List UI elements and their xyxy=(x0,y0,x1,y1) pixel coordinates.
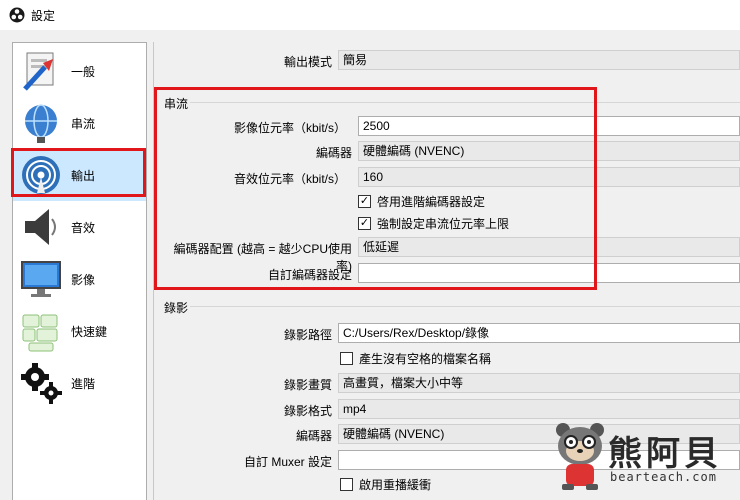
recording-format-label: 錄影格式 xyxy=(283,404,332,418)
monitor-icon xyxy=(19,257,63,301)
stream-encoder-value: 硬體編碼 (NVENC) xyxy=(363,144,465,158)
sidebar-item-label: 輸出 xyxy=(71,168,96,183)
recording-quality-label: 錄影畫質 xyxy=(283,378,332,392)
video-bitrate-label: 影像位元率（kbit/s） xyxy=(233,121,346,135)
audio-bitrate-label: 音效位元率（kbit/s） xyxy=(233,172,346,186)
checkbox-empty xyxy=(340,352,353,365)
sidebar-item-hotkeys[interactable]: 快速鍵 xyxy=(13,305,146,357)
custom-encoder-input[interactable] xyxy=(358,263,740,283)
checkmark-icon: ✓ xyxy=(358,195,371,208)
advanced-encoder-checkbox[interactable]: ✓ 啓用進階編碼器設定 xyxy=(358,193,485,210)
watermark-url-text: bearteach.com xyxy=(610,470,717,484)
gears-icon xyxy=(19,361,63,405)
speaker-icon xyxy=(19,205,63,249)
title-bar: 設定 xyxy=(0,0,740,30)
stream-encoder-label: 編碼器 xyxy=(315,146,352,160)
recording-encoder-label: 編碼器 xyxy=(295,429,332,443)
general-settings-icon xyxy=(19,49,63,93)
output-mode-value: 簡易 xyxy=(343,53,368,67)
sidebar-item-advanced[interactable]: 進階 xyxy=(13,357,146,409)
custom-encoder-label: 自訂編碼器設定 xyxy=(267,268,352,282)
bear-mascot-icon xyxy=(556,423,604,490)
recording-format-select[interactable]: mp4 xyxy=(338,399,740,419)
recording-section-title: 錄影 xyxy=(164,301,189,315)
recording-group-divider xyxy=(190,306,740,307)
enforce-bitrate-label: 強制設定串流位元率上限 xyxy=(377,217,510,231)
streaming-group-divider xyxy=(190,102,740,103)
audio-bitrate-value: 160 xyxy=(363,170,384,184)
output-mode-label: 輸出模式 xyxy=(283,55,332,69)
video-bitrate-input[interactable]: 2500 xyxy=(358,116,740,136)
sidebar-item-output[interactable]: 輸出 xyxy=(13,149,146,201)
output-broadcast-icon xyxy=(19,153,63,197)
settings-sidebar: 一般 串流 輸出 音效 影像 快速鍵 進階 xyxy=(12,42,147,500)
recording-encoder-value: 硬體編碼 (NVENC) xyxy=(343,427,445,441)
sidebar-item-general[interactable]: 一般 xyxy=(13,45,146,97)
recording-format-value: mp4 xyxy=(343,402,367,416)
advanced-encoder-label: 啓用進階編碼器設定 xyxy=(377,195,486,209)
encoder-preset-value: 低延遲 xyxy=(363,240,400,254)
encoder-preset-select[interactable]: 低延遲 xyxy=(358,237,740,257)
watermark-brand-text: 熊阿貝 xyxy=(608,434,722,474)
sidebar-item-label: 快速鍵 xyxy=(71,324,108,339)
sidebar-item-audio[interactable]: 音效 xyxy=(13,201,146,253)
streaming-section-title: 串流 xyxy=(164,97,189,111)
sidebar-item-label: 一般 xyxy=(71,64,96,79)
enforce-bitrate-checkbox[interactable]: ✓ 強制設定串流位元率上限 xyxy=(358,215,509,232)
recording-quality-value: 高畫質，檔案大小中等 xyxy=(343,376,464,390)
obs-logo-icon xyxy=(9,7,25,23)
video-bitrate-value: 2500 xyxy=(363,119,390,133)
bearteach-watermark: 熊阿貝 bearteach.com xyxy=(548,420,740,500)
stream-globe-icon xyxy=(19,101,63,145)
sidebar-item-video[interactable]: 影像 xyxy=(13,253,146,305)
audio-bitrate-select[interactable]: 160 xyxy=(358,167,740,187)
replay-buffer-label: 啟用重播緩衝 xyxy=(359,478,432,492)
sidebar-item-label: 影像 xyxy=(71,272,96,287)
output-mode-select[interactable]: 簡易 xyxy=(338,50,740,70)
recording-path-label: 錄影路徑 xyxy=(283,328,332,342)
recording-quality-select[interactable]: 高畫質，檔案大小中等 xyxy=(338,373,740,393)
window-title: 設定 xyxy=(31,8,56,23)
sidebar-item-label: 串流 xyxy=(71,116,96,131)
replay-buffer-checkbox[interactable]: 啟用重播緩衝 xyxy=(340,476,431,493)
muxer-settings-label: 自訂 Muxer 設定 xyxy=(243,455,332,469)
no-space-filename-label: 產生沒有空格的檔案名稱 xyxy=(359,352,492,366)
keyboard-icon xyxy=(19,309,63,353)
sidebar-item-label: 進階 xyxy=(71,376,96,391)
no-space-filename-checkbox[interactable]: 產生沒有空格的檔案名稱 xyxy=(340,350,491,367)
checkmark-icon: ✓ xyxy=(358,217,371,230)
sidebar-item-stream[interactable]: 串流 xyxy=(13,97,146,149)
recording-path-input[interactable]: C:/Users/Rex/Desktop/錄像 xyxy=(338,323,740,343)
recording-path-value: C:/Users/Rex/Desktop/錄像 xyxy=(343,326,490,340)
sidebar-item-label: 音效 xyxy=(71,220,96,235)
checkbox-empty xyxy=(340,478,353,491)
stream-encoder-select[interactable]: 硬體編碼 (NVENC) xyxy=(358,141,740,161)
